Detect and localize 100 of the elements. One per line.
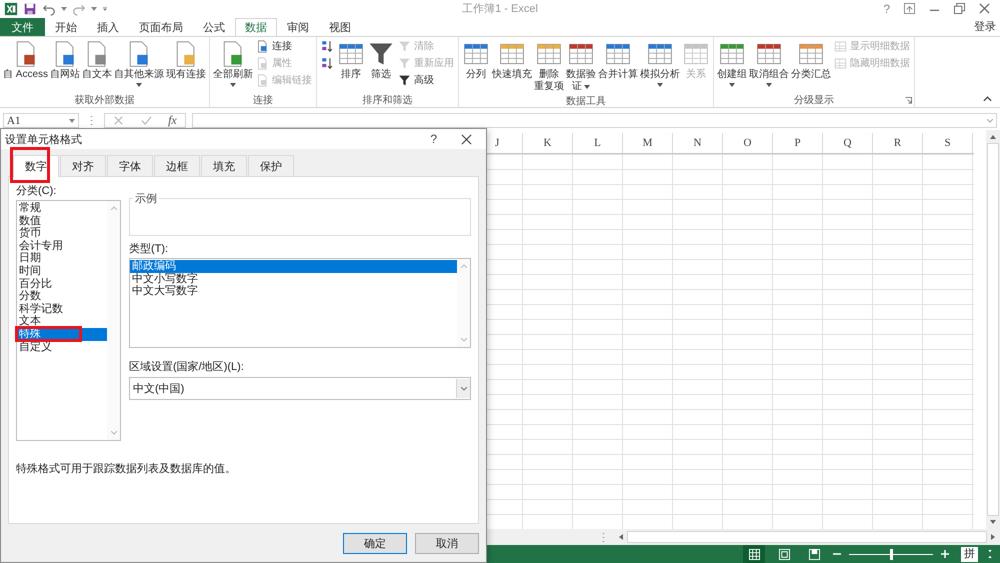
scroll-up-icon[interactable] [990, 134, 996, 139]
type-list[interactable]: 邮政编码 中文小写数字 中文大写数字 [129, 258, 471, 348]
column-header[interactable]: L [573, 132, 623, 153]
dialog-tab[interactable]: 边框 [154, 155, 200, 176]
funnel-icon [398, 74, 412, 87]
column-header[interactable]: N [673, 132, 723, 153]
ribbon-button[interactable]: 删除 重复项 [533, 38, 566, 94]
dialog-title: 设置单元格格式 [5, 132, 82, 146]
caret-icon[interactable] [61, 6, 67, 11]
dialog-button[interactable]: 确定 [343, 533, 407, 554]
help-button[interactable]: ? [883, 2, 890, 16]
list-item[interactable]: 百分比 [17, 278, 107, 290]
grid-view-icon[interactable] [743, 545, 765, 563]
maximize-icon[interactable] [954, 3, 965, 14]
caret-icon[interactable] [91, 6, 97, 11]
funnel-icon [398, 56, 412, 70]
ribbon-tab[interactable]: 插入 [87, 18, 129, 36]
list-item[interactable]: 常规 [17, 202, 107, 215]
ribbon-tab[interactable]: 数据 [235, 18, 277, 36]
dialog-launcher-icon[interactable] [905, 96, 912, 104]
cell-grid[interactable] [487, 154, 974, 530]
field-label: 区域设置(国家/地区)(L): [129, 360, 245, 374]
funnel-icon [398, 40, 412, 53]
zoom-in-icon[interactable] [941, 550, 949, 558]
slider-thumb[interactable] [890, 548, 893, 560]
formula-input[interactable] [192, 113, 997, 128]
customize-caret-icon[interactable] [102, 6, 108, 11]
ribbon-button[interactable]: 现有连接 [165, 38, 208, 82]
caret-icon [136, 82, 142, 87]
column-header[interactable]: O [723, 132, 773, 153]
insert-function-button[interactable]: fx [168, 113, 177, 128]
dialog-tab[interactable]: 填充 [201, 155, 247, 176]
ribbon-button[interactable]: 创建组 [716, 38, 748, 88]
ribbon-button[interactable]: 高级 [398, 72, 454, 88]
dialog-tab[interactable]: 数字 [13, 155, 59, 177]
scroll-down-icon[interactable] [990, 520, 996, 524]
dialog-button[interactable]: 取消 [415, 533, 479, 554]
save-icon[interactable] [23, 2, 37, 16]
list-item[interactable]: 文本 [17, 315, 107, 328]
caret-icon [230, 82, 236, 87]
ribbon-tab[interactable]: 审阅 [277, 18, 319, 36]
ribbon-tab[interactable]: 开始 [45, 18, 87, 36]
column-header[interactable]: R [873, 132, 923, 153]
help-button[interactable]: ? [430, 132, 437, 146]
dialog-tab[interactable]: 保护 [248, 155, 294, 176]
list-item[interactable]: 分数 [17, 290, 107, 303]
ribbon-tab[interactable]: 视图 [319, 18, 361, 36]
ribbon-tab[interactable]: 文件 [0, 18, 45, 36]
ribbon-tab[interactable]: 页面布局 [129, 18, 193, 36]
options-icon[interactable] [986, 550, 994, 558]
list-item[interactable]: 日期 [17, 252, 107, 265]
sort-icon [321, 40, 334, 53]
column-header[interactable]: S [923, 132, 973, 153]
list-item[interactable]: 邮政编码 [130, 260, 457, 273]
ribbon-tab[interactable]: 公式 [193, 18, 235, 36]
ribbon-button[interactable]: 筛选 [366, 38, 396, 82]
ribbon-button[interactable] [321, 56, 334, 71]
close-icon[interactable] [979, 3, 990, 14]
input-method-indicator[interactable]: 拼 [961, 546, 978, 562]
ribbon-button[interactable]: 自 Access [2, 38, 50, 82]
ribbon-display-icon[interactable] [904, 3, 915, 14]
ribbon-button[interactable]: 自文本 [81, 38, 114, 82]
ribbon-button[interactable]: 数据验 证 [565, 38, 598, 94]
column-header[interactable]: Q [823, 132, 873, 153]
dialog-tab[interactable]: 对齐 [60, 155, 106, 176]
column-header[interactable]: P [773, 132, 823, 153]
close-icon[interactable] [461, 134, 472, 144]
list-item[interactable]: 中文大写数字 [130, 285, 457, 298]
collapse-ribbon-icon[interactable] [983, 96, 992, 102]
ribbon-button[interactable]: 连接 [256, 38, 312, 54]
dialog-tab[interactable]: 字体 [107, 155, 153, 176]
column-header[interactable]: K [523, 132, 573, 153]
scroll-right-icon[interactable] [991, 534, 995, 540]
ribbon-button[interactable]: 自其他来源 [113, 38, 166, 88]
ribbon-button[interactable]: 取消组合 [748, 38, 790, 88]
check-icon[interactable] [140, 115, 152, 126]
list-item[interactable]: 会计专用 [17, 240, 107, 252]
ribbon-button[interactable]: 全部刷新 [212, 38, 254, 88]
ribbon-button[interactable]: 快速填充 [491, 38, 534, 82]
ribbon-button[interactable]: 分类汇总 [790, 38, 832, 82]
vertical-scrollbar[interactable] [986, 130, 1000, 530]
list-item[interactable]: 时间 [17, 264, 107, 278]
ribbon-button[interactable]: 排序 [336, 38, 366, 82]
ribbon-button[interactable]: 自网站 [49, 38, 82, 82]
name-box[interactable]: A1 [3, 113, 79, 128]
sample-label: 示例 [133, 191, 159, 206]
scroll-left-icon[interactable] [619, 534, 623, 540]
sign-in-link[interactable]: 登录 [974, 19, 1000, 34]
locale-dropdown[interactable]: 中文(中国) [129, 377, 471, 400]
group-label: 分级显示 [794, 94, 834, 107]
ribbon-button[interactable]: 分列 [461, 38, 492, 82]
list-item[interactable]: 货币 [17, 227, 107, 240]
list-item[interactable]: 数值 [17, 214, 107, 228]
caret-icon [729, 82, 736, 87]
ribbon-button[interactable] [321, 38, 334, 54]
list-item[interactable]: 中文小写数字 [130, 272, 457, 286]
ribbon-button[interactable]: 模拟分析 [639, 38, 682, 88]
ribbon-button[interactable]: 合并计算 [597, 38, 640, 82]
list-item[interactable]: 科学记数 [17, 302, 107, 316]
column-header[interactable]: M [623, 132, 673, 153]
